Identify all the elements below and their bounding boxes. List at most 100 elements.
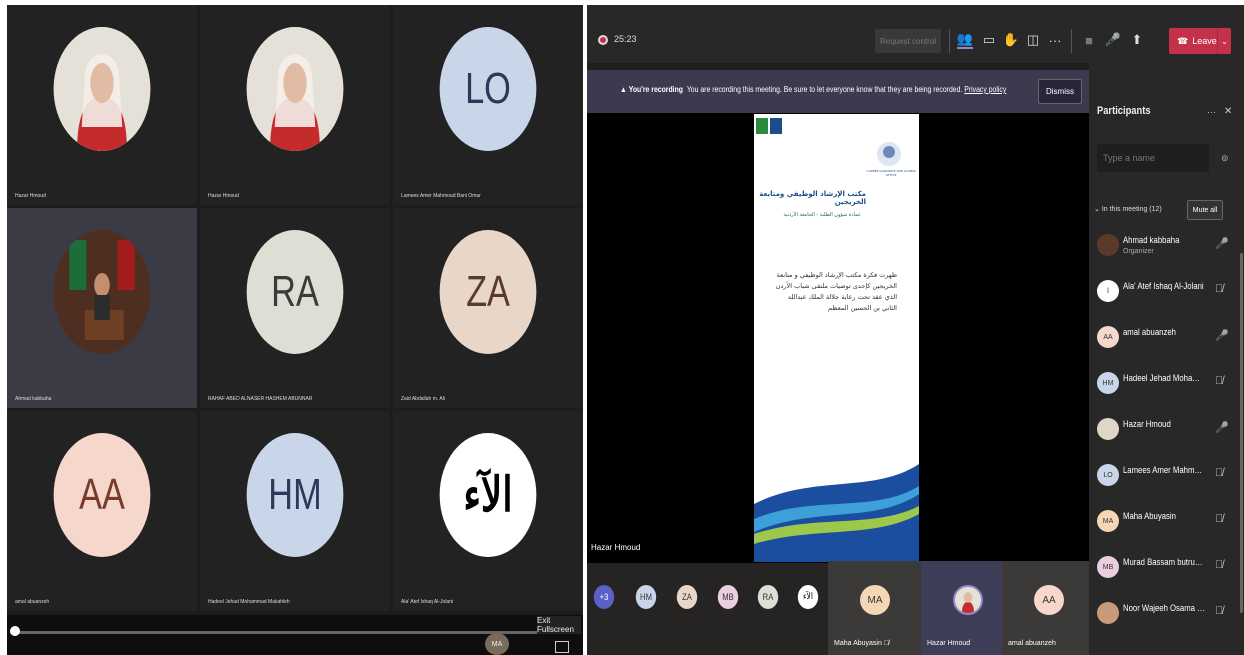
participant-avatar <box>1097 234 1119 256</box>
mic-on-icon: 🎤 <box>1215 330 1229 342</box>
participant-name: amal abuanzeh <box>1123 327 1176 337</box>
breakout-rooms-icon[interactable]: ◫ <box>1025 31 1041 49</box>
participant-row[interactable]: MB Murad Bassam butrus butrus 🎙̸ <box>1089 545 1239 591</box>
tile-name: Ahmad kabbaha <box>15 396 52 402</box>
more-actions-icon[interactable]: ··· <box>1047 31 1063 49</box>
strip-video-avatar: AA <box>1034 585 1064 615</box>
participant-row[interactable]: ا Ala' Atef Ishaq Al-Jolani 🎙̸ <box>1089 269 1239 315</box>
strip-avatar[interactable]: الآء <box>797 585 819 609</box>
participant-row[interactable]: AA amal abuanzeh 🎤 <box>1089 315 1239 361</box>
video-tile[interactable]: HM Hadeel Jehad Mohammad Makahleh <box>200 411 390 611</box>
tile-name: Hazar Hmoud <box>208 193 239 199</box>
strip-video-tile[interactable]: Hazar Hmoud <box>921 561 1015 655</box>
leave-button[interactable]: ☎ Leave ⌄ <box>1169 28 1231 54</box>
participant-avatar <box>1097 602 1119 624</box>
banner-title: You're recording <box>628 85 684 94</box>
participant-name: Ahmad kabbaha <box>1123 235 1180 245</box>
video-tile[interactable]: ZA Zaid Abdallah m. Ali <box>393 208 583 408</box>
strip-video-tile[interactable]: AA amal abuanzeh <box>1002 561 1096 655</box>
more-participants-button[interactable]: +3 <box>593 585 615 609</box>
banner-message: You are recording this meeting. Be sure … <box>686 85 963 94</box>
mic-on-icon: 🎤 <box>1215 238 1229 250</box>
scrollbar[interactable] <box>1240 253 1243 613</box>
participant-row[interactable]: Ahmad kabbaha Organizer 🎤 <box>1089 223 1239 269</box>
participant-photo <box>53 230 151 354</box>
initials-avatar: LO <box>439 27 537 151</box>
chevron-down-icon[interactable]: ⌄ <box>1217 28 1231 54</box>
participant-name: Murad Bassam butrus butrus <box>1123 557 1206 567</box>
teams-meeting-window: 25:23 Request control 👥 ▭ ✋ ◫ ··· ■ 🎤 ⬆ … <box>587 5 1244 655</box>
tile-name: RAHAF ABED ALNASER HASHEM ABUNNAR <box>208 396 313 402</box>
participant-name: Lamees Amer Mahmoud Bani... <box>1123 465 1206 475</box>
participant-avatar: ا <box>1097 280 1119 302</box>
participant-name: Noor Wajeeh Osama qadan <box>1123 603 1206 613</box>
more-options-icon[interactable]: ··· <box>1207 107 1216 117</box>
video-tile[interactable]: Ahmad kabbaha <box>7 208 197 408</box>
strip-video-name: amal abuanzeh <box>1008 640 1056 647</box>
search-participants-input[interactable] <box>1097 144 1209 172</box>
strip-video-tile[interactable]: MA Maha Abuyasin 🎙̸ <box>828 561 922 655</box>
mute-all-button[interactable]: Mute all <box>1187 200 1223 220</box>
participants-icon[interactable]: 👥 <box>957 31 973 49</box>
presenter-name: Hazar Hmoud <box>591 543 641 552</box>
mic-off-icon: 🎙̸ <box>1215 467 1224 479</box>
mic-off-icon: 🎙̸ <box>1215 375 1224 387</box>
tile-name: Hazar Hmoud <box>15 193 46 199</box>
in-meeting-header[interactable]: ⌄ In this meeting (12) <box>1094 205 1162 213</box>
strip-video-name: Maha Abuyasin 🎙̸ <box>834 640 890 647</box>
video-tile[interactable]: Hazar Hmoud <box>200 5 390 205</box>
dismiss-button[interactable]: Dismiss <box>1038 79 1082 104</box>
video-tile[interactable]: AA amal abuanzeh <box>7 411 197 611</box>
participant-row[interactable]: Hazar Hmoud 🎤 <box>1089 407 1239 453</box>
banner-text: ▲ You're recording You are recording thi… <box>620 85 1006 94</box>
mic-off-icon: 🎙̸ <box>883 640 890 647</box>
exit-fullscreen-button[interactable]: Exit Fullscreen <box>537 616 581 634</box>
pip-icon[interactable] <box>555 641 569 653</box>
close-icon[interactable]: ✕ <box>1224 106 1232 117</box>
meeting-toolbar: 25:23 Request control 👥 ▭ ✋ ◫ ··· ■ 🎤 ⬆ … <box>587 5 1244 63</box>
request-control-button[interactable]: Request control <box>875 29 941 53</box>
participant-avatar: MA <box>1097 510 1119 532</box>
gallery-view: Hazar Hmoud Hazar Hmoud LO Lamees Amer M… <box>7 5 583 655</box>
mini-avatar: MA <box>485 633 509 655</box>
participant-role: Organizer <box>1123 248 1154 255</box>
participant-row[interactable]: MA Maha Abuyasin 🎙̸ <box>1089 499 1239 545</box>
camera-off-icon[interactable]: ■ <box>1081 31 1097 49</box>
chat-icon[interactable]: ▭ <box>981 31 997 49</box>
participant-row[interactable]: Noor Wajeeh Osama qadan 🎙̸ <box>1089 591 1239 637</box>
participant-photo <box>246 27 344 151</box>
raise-hand-icon[interactable]: ✋ <box>1003 31 1019 49</box>
share-invite-icon[interactable]: ⊚ <box>1221 153 1229 164</box>
video-tile[interactable]: الآء Ala' Atef Ishaq Al-Jolani <box>393 411 583 611</box>
divider <box>949 29 950 53</box>
phone-icon: ☎ <box>1177 35 1189 46</box>
slide-graphics <box>754 114 919 562</box>
participant-name: Ala' Atef Ishaq Al-Jolani <box>1123 281 1204 291</box>
strip-avatar[interactable]: HM <box>635 585 657 609</box>
video-tile[interactable]: LO Lamees Amer Mahmoud Bani Omar <box>393 5 583 205</box>
microphone-icon[interactable]: 🎤 <box>1105 31 1121 49</box>
participant-avatar: HM <box>1097 372 1119 394</box>
recording-banner: ▲ You're recording You are recording thi… <box>587 70 1089 113</box>
participant-row[interactable]: LO Lamees Amer Mahmoud Bani... 🎙̸ <box>1089 453 1239 499</box>
participants-pane: Participants ··· ✕ ⊚ ⌄ In this meeting (… <box>1089 63 1244 655</box>
warning-icon: ▲ <box>620 85 627 94</box>
calligraphy-avatar: الآء <box>439 433 537 557</box>
video-tile[interactable]: RA RAHAF ABED ALNASER HASHEM ABUNNAR <box>200 208 390 408</box>
shared-content-stage: CAREER GUIDANCE AND ALUMNI OFFICE مكتب ا… <box>587 113 1089 563</box>
tile-name: amal abuanzeh <box>15 599 50 605</box>
strip-avatar[interactable]: ZA <box>676 585 698 609</box>
tile-name: Lamees Amer Mahmoud Bani Omar <box>401 193 481 199</box>
share-screen-icon[interactable]: ⬆ <box>1129 31 1145 49</box>
participant-row[interactable]: HM Hadeel Jehad Mohammad M... 🎙̸ <box>1089 361 1239 407</box>
strip-avatar[interactable]: RA <box>757 585 779 609</box>
tile-name: Zaid Abdallah m. Ali <box>401 396 445 402</box>
meeting-timer: 25:23 <box>614 34 637 44</box>
seek-knob[interactable] <box>10 626 20 636</box>
privacy-policy-link[interactable]: Privacy policy <box>964 85 1006 94</box>
participant-avatar: AA <box>1097 326 1119 348</box>
video-tile[interactable]: Hazar Hmoud <box>7 5 197 205</box>
pane-title: Participants <box>1097 105 1151 117</box>
strip-avatar[interactable]: MB <box>717 585 739 609</box>
participant-avatar: LO <box>1097 464 1119 486</box>
